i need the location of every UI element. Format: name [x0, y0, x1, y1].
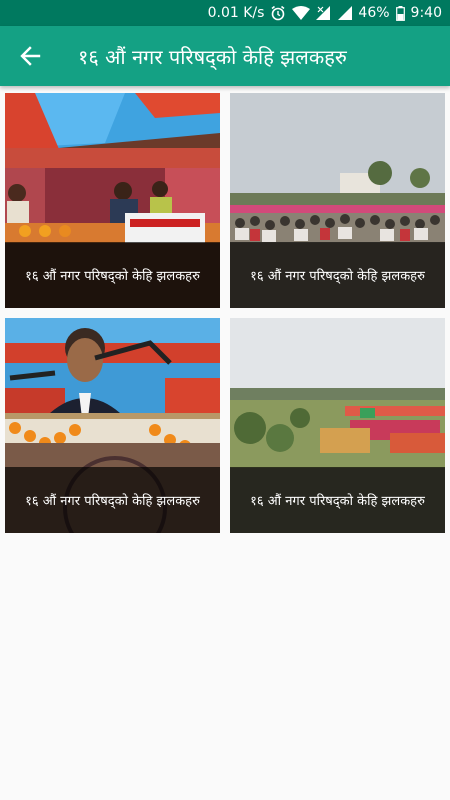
arrow-back-icon: [20, 46, 41, 66]
back-button[interactable]: [0, 26, 60, 86]
battery-percent: 46%: [358, 5, 390, 21]
gallery-item-caption: १६ औं नगर परिषद्को केहि झलकहरु: [5, 467, 220, 533]
app-bar: १६ औं नगर परिषद्को केहि झलकहरु: [0, 26, 450, 86]
gallery-item-caption: १६ औं नगर परिषद्को केहि झलकहरु: [5, 242, 220, 308]
wifi-icon: [292, 6, 311, 20]
clock: 9:40: [410, 5, 442, 21]
gallery-item[interactable]: १६ औं नगर परिषद्को केहि झलकहरु: [230, 318, 445, 533]
gallery-item[interactable]: १६ औं नगर परिषद्को केहि झलकहरु: [5, 93, 220, 308]
page-title: १६ औं नगर परिषद्को केहि झलकहरु: [78, 44, 347, 69]
gallery-item-caption: १६ औं नगर परिषद्को केहि झलकहरु: [230, 467, 445, 533]
gallery-item[interactable]: १६ औं नगर परिषद्को केहि झलकहरु: [230, 93, 445, 308]
gallery-item-caption: १६ औं नगर परिषद्को केहि झलकहरु: [230, 242, 445, 308]
network-speed: 0.01 K/s: [207, 5, 265, 21]
gallery-item[interactable]: १६ औं नगर परिषद्को केहि झलकहरु: [5, 318, 220, 533]
alarm-icon: [270, 5, 286, 21]
signal-icon: [338, 6, 353, 20]
status-bar: 0.01 K/s 46% 9:40: [0, 0, 450, 26]
battery-icon: [395, 5, 405, 21]
signal-icon: [316, 6, 332, 20]
